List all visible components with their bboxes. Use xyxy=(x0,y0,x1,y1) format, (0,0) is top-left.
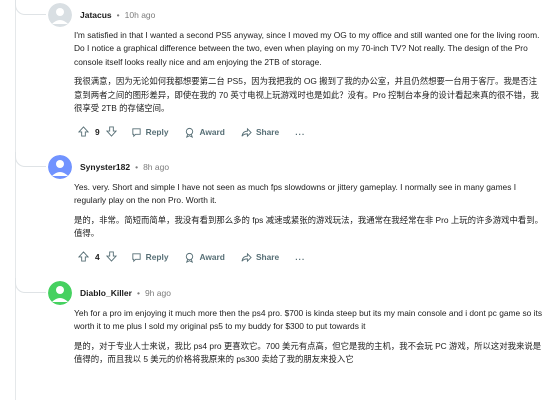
vote-count: 9 xyxy=(95,127,100,137)
share-label: Share xyxy=(255,252,280,262)
reply-icon xyxy=(132,252,141,262)
comment-body: Yeh for a pro im enjoying it much more t… xyxy=(74,307,544,373)
thread-branch xyxy=(15,0,46,15)
upvote-icon[interactable] xyxy=(77,125,90,139)
share-icon xyxy=(241,252,252,262)
award-button[interactable]: Award xyxy=(178,124,230,141)
comment-header: Diablo_Killer • 9h ago xyxy=(50,283,171,303)
share-label: Share xyxy=(255,127,280,137)
award-label: Award xyxy=(199,252,225,262)
reply-button[interactable]: Reply xyxy=(125,124,175,141)
timestamp[interactable]: 8h ago xyxy=(143,162,169,172)
award-icon xyxy=(186,127,194,138)
comment-text-zh: 我很满意，因为无论如何我都想要第二台 PS5，因为我把我的 OG 搬到了我的办公… xyxy=(74,76,539,114)
thread-branch xyxy=(15,278,46,293)
thread-branch xyxy=(15,152,46,167)
downvote-icon[interactable] xyxy=(105,125,117,139)
comment-text-en: I'm satisfied in that I wanted a second … xyxy=(74,30,540,67)
more-options-button[interactable]: ... xyxy=(289,249,311,265)
thread-line xyxy=(15,0,16,400)
comment-text-zh: 是的，非常。简短而简单，我没有看到那么多的 fps 减速或紧张的游戏玩法，我通常… xyxy=(74,214,544,239)
comment-body: I'm satisfied in that I wanted a second … xyxy=(74,29,544,121)
vote-count: 4 xyxy=(95,252,100,262)
share-icon xyxy=(241,127,252,137)
timestamp[interactable]: 9h ago xyxy=(145,288,171,298)
more-options-button[interactable]: ... xyxy=(289,124,311,140)
username[interactable]: Diablo_Killer xyxy=(80,288,132,298)
separator-dot: • xyxy=(116,10,120,20)
comment-text-en: Yes. very. Short and simple I have not s… xyxy=(74,182,517,206)
vote-controls: 4 xyxy=(74,248,121,267)
comment-actions: 4 Reply Award Share ... xyxy=(74,247,311,267)
reply-button[interactable]: Reply xyxy=(125,249,175,266)
award-button[interactable]: Award xyxy=(178,249,230,266)
timestamp[interactable]: 10h ago xyxy=(125,10,156,20)
comment-text-en: Yeh for a pro im enjoying it much more t… xyxy=(74,308,543,332)
upvote-icon[interactable] xyxy=(77,250,90,264)
separator-dot: • xyxy=(136,288,140,298)
comment-header: Synyster182 • 8h ago xyxy=(50,157,169,177)
reply-label: Reply xyxy=(145,127,169,137)
comment-text-zh: 是的，对于专业人士来说，我比 ps4 pro 更喜欢它。700 美元有点高，但它… xyxy=(74,340,542,365)
vote-controls: 9 xyxy=(74,123,121,142)
share-button[interactable]: Share xyxy=(235,249,285,266)
downvote-icon[interactable] xyxy=(105,250,117,264)
award-label: Award xyxy=(199,127,225,137)
reply-icon xyxy=(132,127,141,137)
award-icon xyxy=(186,252,194,263)
share-button[interactable]: Share xyxy=(235,124,285,141)
username[interactable]: Jatacus xyxy=(80,10,112,20)
reply-label: Reply xyxy=(145,252,169,262)
comment-body: Yes. very. Short and simple I have not s… xyxy=(74,181,544,247)
comment-actions: 9 Reply Award Share ... xyxy=(74,122,311,142)
comment-header: Jatacus • 10h ago xyxy=(50,5,155,25)
separator-dot: • xyxy=(135,162,139,172)
username[interactable]: Synyster182 xyxy=(80,162,130,172)
